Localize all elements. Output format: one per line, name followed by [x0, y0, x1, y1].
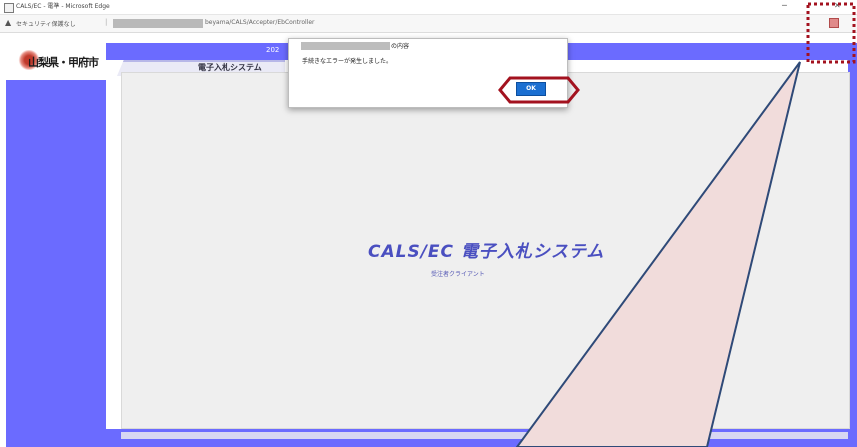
address-separator: |	[105, 18, 108, 26]
redacted-url-part	[113, 19, 203, 28]
security-label[interactable]: セキュリティ保護なし	[16, 19, 76, 28]
reading-view-icon[interactable]	[829, 18, 839, 28]
dialog-message: 手続きなエラーが発生しました。	[302, 58, 393, 65]
window-title: CALS/EC - 電準 - Microsoft Edge	[16, 3, 110, 10]
client-subtitle: 受注者クライアント	[431, 271, 485, 278]
footer-inner	[121, 432, 848, 439]
address-bar[interactable]: ▲ セキュリティ保護なし | beyama/CALS/Accepter/EbCo…	[0, 15, 857, 33]
warning-icon[interactable]: ▲	[5, 18, 11, 27]
header-date: 202	[266, 46, 280, 54]
window-title-bar: CALS/EC - 電準 - Microsoft Edge ─ ✕	[0, 0, 857, 15]
browser-icon	[4, 3, 14, 13]
logo-text: 山梨県・甲府市	[28, 56, 99, 69]
ok-button[interactable]: OK	[516, 82, 546, 96]
close-button[interactable]: ✕	[834, 1, 841, 11]
system-title: CALS/EC 電子入札システム	[368, 242, 605, 262]
redacted-site-name	[301, 42, 390, 50]
dialog-title: の内容	[391, 43, 410, 50]
url-text[interactable]: beyama/CALS/Accepter/EbController	[205, 19, 314, 26]
minimize-button[interactable]: ─	[782, 1, 787, 11]
left-sidebar	[6, 34, 106, 447]
